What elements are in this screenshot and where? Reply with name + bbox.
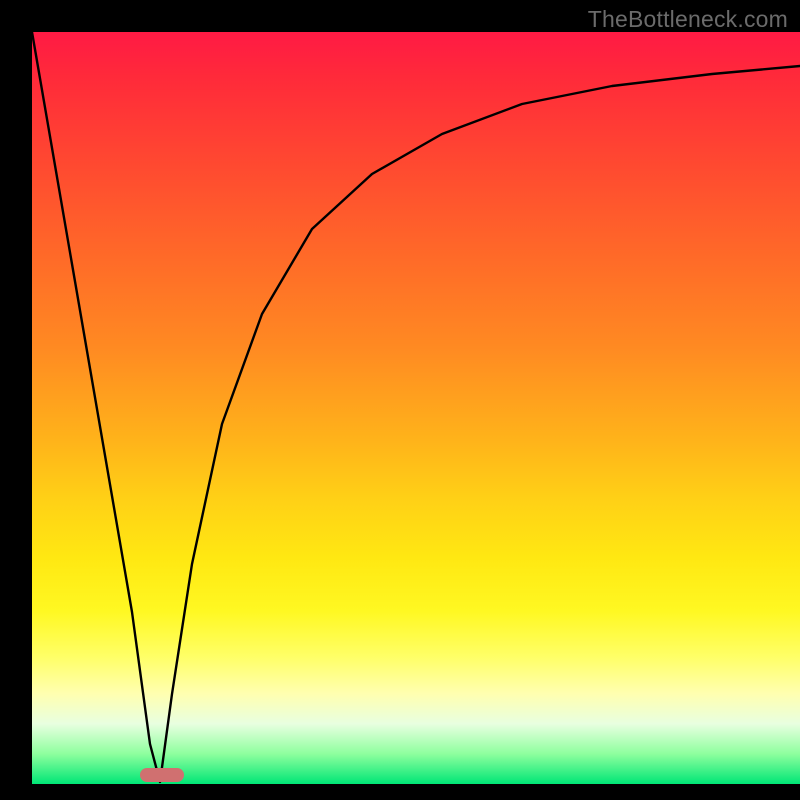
bottleneck-curve [32,32,800,784]
plot-area [32,32,800,784]
minimum-marker [140,768,184,782]
watermark-text: TheBottleneck.com [588,6,788,33]
chart-frame: TheBottleneck.com [0,0,800,800]
